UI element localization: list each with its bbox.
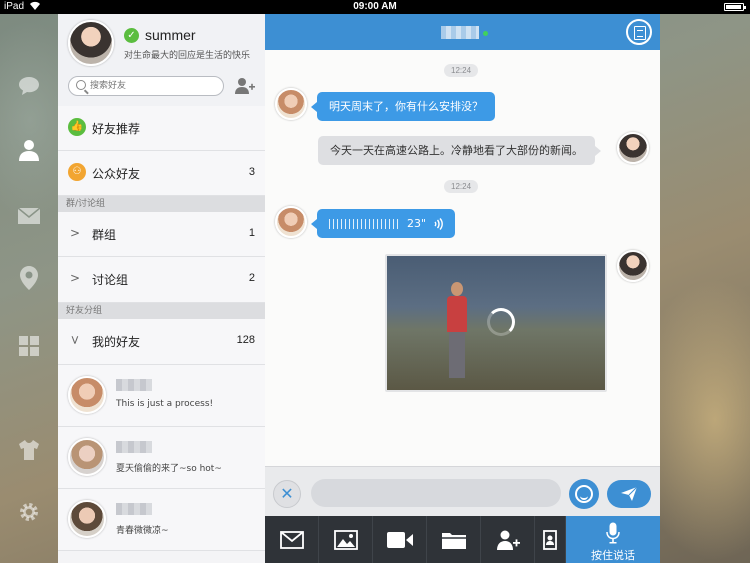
friend-avatar bbox=[68, 376, 106, 414]
friend-list-item[interactable]: 青春微微凉~ bbox=[58, 489, 265, 551]
friend-recommend-row[interactable]: 👍 好友推荐 bbox=[58, 106, 265, 151]
contacts-panel: ✓ summer 对生命最大的回应是生活的快乐 👍 好友推荐 ⚇ 公众好友 3 … bbox=[58, 14, 265, 563]
discussion-count: 2 bbox=[248, 272, 255, 284]
mail-attach-icon[interactable] bbox=[265, 516, 319, 563]
send-plane-icon bbox=[621, 486, 638, 501]
location-pin-icon[interactable] bbox=[15, 264, 43, 292]
contact-avatar[interactable] bbox=[275, 88, 307, 120]
hold-to-talk-label: 按住说话 bbox=[591, 549, 635, 562]
my-chat-avatar[interactable] bbox=[617, 132, 649, 164]
my-friends-count: 128 bbox=[236, 334, 255, 346]
friend-last-message: This is just a process! bbox=[116, 399, 214, 409]
hold-to-talk-button[interactable]: 按住说话 bbox=[566, 516, 660, 563]
add-contact-attach-icon[interactable] bbox=[481, 516, 535, 563]
public-friends-label: 公众好友 bbox=[92, 167, 141, 181]
microphone-icon bbox=[606, 522, 620, 544]
friend-list-item[interactable]: This is just a process! bbox=[58, 365, 265, 427]
public-friends-count: 3 bbox=[248, 166, 255, 178]
video-attach-icon[interactable] bbox=[373, 516, 427, 563]
chat-header bbox=[265, 14, 660, 50]
my-friends-row[interactable]: > 我的好友 128 bbox=[58, 319, 265, 365]
contact-card-attach-icon[interactable] bbox=[535, 516, 566, 563]
friend-avatar bbox=[68, 438, 106, 476]
chevron-right-icon: > bbox=[70, 226, 81, 240]
tshirt-icon[interactable] bbox=[15, 436, 43, 464]
photo-subject bbox=[443, 282, 471, 382]
search-icon bbox=[76, 80, 86, 90]
image-attach-icon[interactable] bbox=[319, 516, 373, 563]
my-chat-avatar[interactable] bbox=[617, 250, 649, 282]
friend-groups-section-header: 好友分组 bbox=[58, 303, 265, 319]
profile-header: ✓ summer 对生命最大的回应是生活的快乐 bbox=[58, 14, 265, 106]
voice-message[interactable]: 23" bbox=[311, 209, 455, 238]
status-bar: iPad 09:00 AM bbox=[0, 0, 750, 14]
chat-info-icon[interactable] bbox=[626, 19, 652, 45]
group-label: 群组 bbox=[92, 228, 117, 242]
contacts-icon[interactable] bbox=[15, 136, 43, 164]
friend-search[interactable] bbox=[68, 76, 224, 96]
voice-duration: 23" bbox=[407, 217, 427, 230]
folder-attach-icon[interactable] bbox=[427, 516, 481, 563]
friend-search-input[interactable] bbox=[90, 78, 220, 94]
emoji-icon[interactable] bbox=[569, 479, 599, 509]
discussion-row[interactable]: > 讨论组 2 bbox=[58, 257, 265, 303]
side-rail bbox=[0, 14, 58, 563]
outgoing-message[interactable]: 今天一天在高速公路上。冷静地看了大部份的新闻。 bbox=[318, 136, 601, 165]
friend-last-message: 青春微微凉~ bbox=[116, 526, 169, 536]
friend-avatar bbox=[68, 500, 106, 538]
thumbs-up-icon: 👍 bbox=[68, 118, 86, 136]
people-icon: ⚇ bbox=[68, 163, 86, 181]
sound-wave-icon bbox=[433, 218, 443, 230]
clock: 09:00 AM bbox=[353, 1, 397, 12]
chevron-right-icon: > bbox=[70, 271, 81, 285]
friend-last-message: 夏天偷偷的来了~so hot~ bbox=[116, 464, 222, 474]
mail-icon[interactable] bbox=[15, 202, 43, 230]
contact-avatar[interactable] bbox=[275, 206, 307, 238]
friend-recommend-label: 好友推荐 bbox=[92, 122, 141, 136]
close-icon[interactable]: ✕ bbox=[273, 480, 301, 508]
my-friends-label: 我的好友 bbox=[92, 335, 141, 349]
image-message[interactable] bbox=[385, 254, 607, 392]
chevron-down-icon: > bbox=[68, 334, 83, 346]
voice-waveform-icon bbox=[329, 219, 399, 229]
message-input-bar: ✕ bbox=[265, 466, 660, 516]
chat-window: 12:24 明天周末了，你有什么安排没？ 今天一天在高速公路上。冷静地看了大部份… bbox=[265, 14, 660, 563]
timestamp: 12:24 bbox=[444, 64, 479, 77]
friend-list-item[interactable]: 夏天偷偷的来了~so hot~ bbox=[58, 427, 265, 489]
incoming-message[interactable]: 明天周末了，你有什么安排没？ bbox=[311, 92, 495, 121]
chat-contact-name-blurred bbox=[441, 26, 479, 39]
group-row[interactable]: > 群组 1 bbox=[58, 212, 265, 257]
group-count: 1 bbox=[248, 227, 255, 239]
friend-name-blurred bbox=[116, 441, 152, 453]
groups-section-header: 群/讨论组 bbox=[58, 196, 265, 212]
loading-spinner-icon bbox=[487, 308, 515, 336]
apps-grid-icon[interactable] bbox=[15, 332, 43, 360]
my-avatar[interactable] bbox=[68, 20, 114, 66]
verified-check-icon: ✓ bbox=[124, 28, 139, 43]
friend-name-blurred bbox=[116, 379, 152, 391]
timestamp: 12:24 bbox=[444, 180, 479, 193]
battery-icon bbox=[724, 3, 746, 11]
add-friend-icon[interactable] bbox=[234, 76, 256, 96]
attachment-toolbar: 按住说话 bbox=[265, 516, 660, 563]
profile-motto: 对生命最大的回应是生活的快乐 bbox=[124, 51, 251, 61]
send-button[interactable] bbox=[607, 480, 651, 508]
friend-name-blurred bbox=[116, 503, 152, 515]
online-status-dot bbox=[483, 31, 488, 36]
settings-gear-icon[interactable] bbox=[15, 498, 43, 526]
discussion-label: 讨论组 bbox=[92, 273, 129, 287]
profile-name: summer bbox=[145, 27, 196, 43]
message-input[interactable] bbox=[311, 479, 561, 507]
chat-bubble-icon[interactable] bbox=[15, 72, 43, 100]
public-friends-row[interactable]: ⚇ 公众好友 3 bbox=[58, 151, 265, 196]
